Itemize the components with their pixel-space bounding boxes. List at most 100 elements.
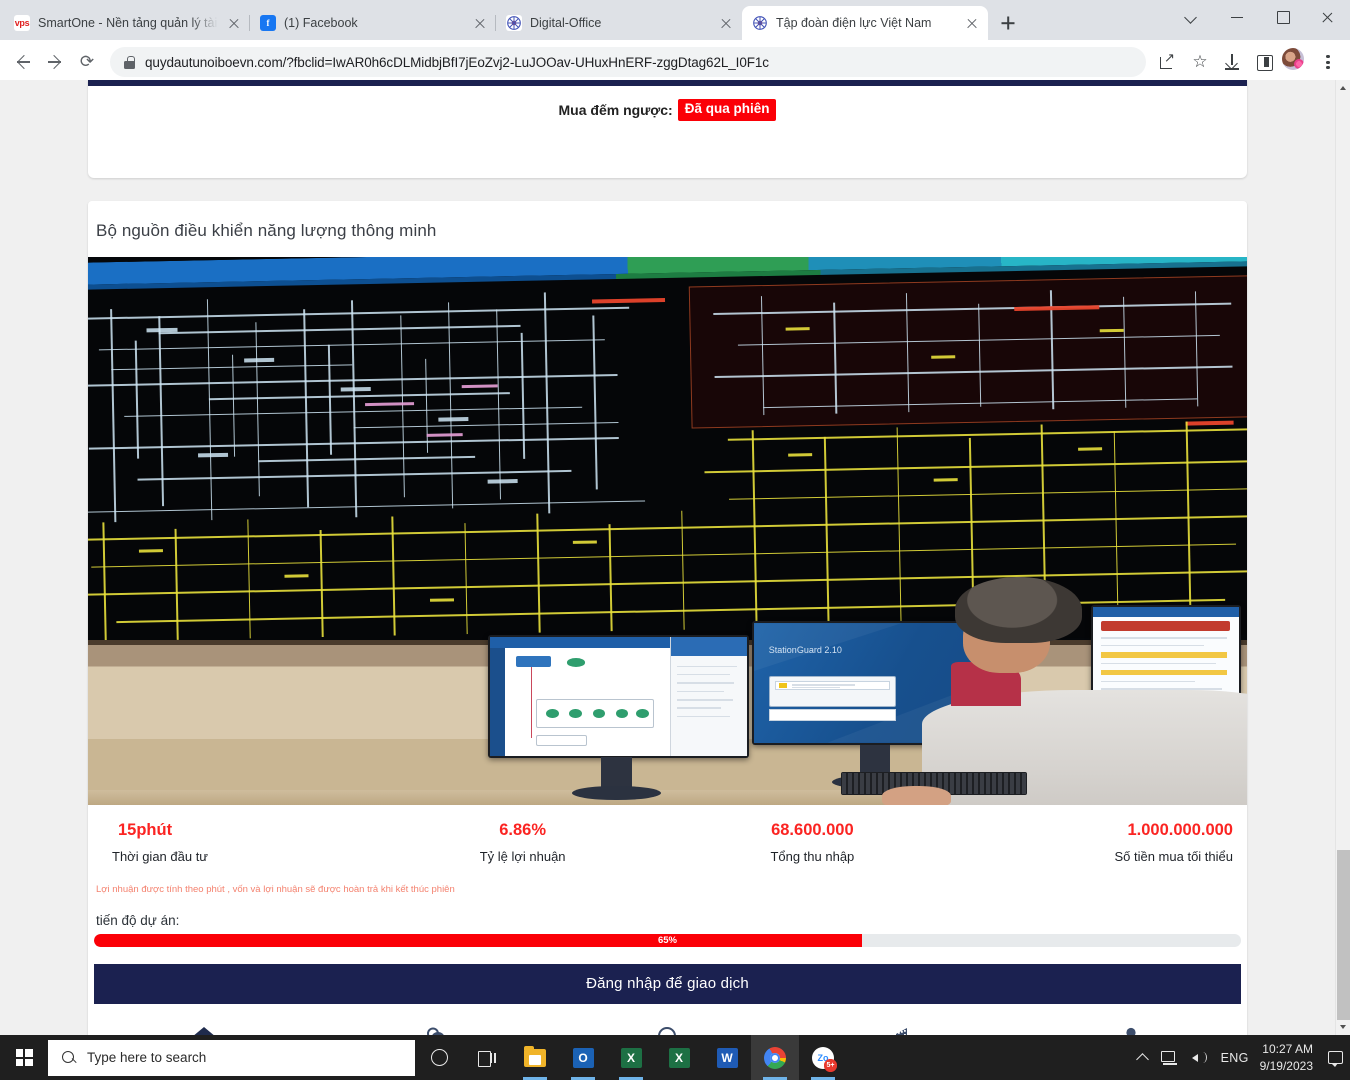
scroll-down-icon[interactable] (1336, 1019, 1350, 1035)
show-hidden-icons-chevron[interactable] (1131, 1035, 1154, 1080)
scrollbar-thumb[interactable] (1337, 850, 1350, 1020)
page-content: Mua đếm ngược: Đã qua phiên Bộ nguồn điề… (0, 80, 1335, 1035)
stat-label: Tổng thu nhập (770, 848, 855, 864)
browser-tab-facebook[interactable]: f (1) Facebook (249, 6, 496, 40)
toolbar-actions: ☆ (1154, 48, 1342, 76)
stat-label: Thời gian đầu tư (112, 848, 209, 864)
close-window-icon[interactable] (1305, 0, 1350, 34)
lock-icon (124, 55, 135, 69)
scroll-up-icon[interactable] (1336, 80, 1350, 96)
clock-date: 9/19/2023 (1259, 1058, 1313, 1073)
tab-search-icon[interactable] (1170, 0, 1215, 34)
tab-separator (495, 15, 496, 31)
close-icon[interactable] (472, 15, 488, 31)
progress-label: tiến độ dự án: (96, 912, 180, 928)
chrome-icon[interactable] (751, 1035, 799, 1080)
tab-title: (1) Facebook (284, 16, 358, 30)
back-icon[interactable] (8, 47, 38, 77)
page-title: Bộ nguồn điều khiển năng lượng thông min… (96, 220, 437, 240)
browser-toolbar: ⟳ quydautunoiboevn.com/?fbclid=IwAR0h6cD… (0, 40, 1350, 84)
stat-value: 6.86% (499, 820, 547, 839)
tab-strip: vps SmartOne - Nền tảng quản lý tài f (1… (0, 0, 1350, 40)
browser-tab-smartone[interactable]: vps SmartOne - Nền tảng quản lý tài (4, 6, 250, 40)
search-placeholder: Type here to search (87, 1050, 207, 1065)
volume-icon[interactable] (1184, 1035, 1214, 1080)
close-icon[interactable] (964, 15, 980, 31)
tab-title: Tập đoàn điện lực Việt Nam (776, 16, 932, 30)
vps-icon: vps (14, 15, 30, 31)
word-icon[interactable] (703, 1035, 751, 1080)
search-input[interactable]: Type here to search (48, 1039, 415, 1076)
zoom-badge: 5+ (824, 1058, 837, 1072)
nav-item-mine[interactable]: Của tôi (1015, 1023, 1247, 1035)
nav-item-categories[interactable]: $ Hạng mục (320, 1023, 552, 1035)
stationguard-label: StationGuard 2.10 (768, 644, 842, 655)
language-indicator[interactable]: ENG (1214, 1035, 1256, 1080)
tab-title: Digital-Office (530, 16, 602, 30)
profit-note: Lợi nhuận được tính theo phút , vốn và l… (96, 883, 455, 895)
coins-icon: $ (320, 1023, 552, 1035)
stat-label: Tỷ lệ lợi nhuận (479, 848, 566, 864)
facebook-icon: f (260, 15, 276, 31)
system-tray: ENG 10:27 AM 9/19/2023 (1131, 1035, 1350, 1080)
profile-avatar[interactable] (1282, 48, 1310, 76)
stat-profit-rate: 6.86% Tỷ lệ lợi nhuận (378, 821, 668, 864)
project-progress-bar: 65% (94, 933, 1241, 947)
tab-title: SmartOne - Nền tảng quản lý tài (38, 16, 218, 30)
file-explorer-icon[interactable] (511, 1035, 559, 1080)
nav-item-about[interactable]: Giới thiệu (783, 1023, 1015, 1035)
windows-taskbar: Type here to search Zo 5+ ENG 10:27 AM 9… (0, 1035, 1350, 1080)
reload-icon[interactable]: ⟳ (72, 47, 102, 77)
download-icon[interactable] (1218, 48, 1246, 76)
menu-kebab-icon[interactable] (1314, 48, 1342, 76)
start-button[interactable] (0, 1035, 48, 1080)
browser-window: vps SmartOne - Nền tảng quản lý tài f (1… (0, 0, 1350, 1035)
stat-label: Số tiền mua tối thiểu (1114, 848, 1233, 864)
cortana-icon[interactable] (415, 1035, 463, 1080)
url-text: quydautunoiboevn.com/?fbclid=IwAR0h6cDLM… (145, 54, 769, 70)
tab-separator (249, 15, 250, 31)
project-photo: StationGuard 2.10 (88, 256, 1247, 805)
new-tab-button[interactable] (994, 9, 1022, 37)
side-panel-icon[interactable] (1250, 48, 1278, 76)
stat-investment-time: 15phút Thời gian đầu tư (88, 821, 378, 864)
stats-row: 15phút Thời gian đầu tư 6.86% Tỷ lệ lợi … (88, 805, 1247, 870)
user-icon (1015, 1023, 1247, 1035)
login-to-trade-button[interactable]: Đăng nhập để giao dịch (94, 963, 1241, 1004)
window-controls (1170, 0, 1350, 34)
forward-icon[interactable] (40, 47, 70, 77)
clock-time: 10:27 AM (1262, 1042, 1313, 1057)
notification-icon[interactable] (1321, 1035, 1350, 1080)
browser-tab-evn-active[interactable]: Tập đoàn điện lực Việt Nam (742, 6, 988, 40)
evn-icon (506, 15, 522, 31)
search-icon (62, 1050, 76, 1065)
status-badge: Đã qua phiên (677, 99, 777, 121)
share-icon[interactable] (1154, 48, 1182, 76)
headset-icon (552, 1023, 784, 1035)
progress-percent: 65% (657, 934, 677, 946)
excel-icon[interactable] (607, 1035, 655, 1080)
page-viewport: Mua đếm ngược: Đã qua phiên Bộ nguồn điề… (0, 80, 1350, 1035)
stat-value: 68.600.000 (771, 820, 854, 839)
zoom-icon[interactable]: Zo 5+ (799, 1035, 847, 1080)
task-view-icon[interactable] (463, 1035, 511, 1080)
page-scrollbar[interactable] (1335, 80, 1350, 1035)
browser-tab-digital-office[interactable]: Digital-Office (495, 6, 742, 40)
nav-item-home[interactable]: Trang chủ (88, 1023, 320, 1035)
bottom-navigation: Trang chủ $ Hạng mục (88, 1015, 1247, 1035)
clock[interactable]: 10:27 AM 9/19/2023 (1256, 1041, 1321, 1073)
minimize-icon[interactable] (1215, 0, 1260, 34)
building-icon (783, 1023, 1015, 1035)
nav-item-support[interactable]: CSKH (552, 1023, 784, 1035)
outlook-icon[interactable] (559, 1035, 607, 1080)
network-icon[interactable] (1154, 1035, 1184, 1080)
windows-logo-icon (15, 1049, 33, 1066)
maximize-icon[interactable] (1260, 0, 1305, 34)
close-icon[interactable] (226, 15, 242, 31)
stat-total-income: 68.600.000 Tổng thu nhập (668, 821, 958, 864)
close-icon[interactable] (718, 15, 734, 31)
bookmark-star-icon[interactable]: ☆ (1186, 48, 1214, 76)
excel2-icon[interactable] (655, 1035, 703, 1080)
address-bar[interactable]: quydautunoiboevn.com/?fbclid=IwAR0h6cDLM… (110, 47, 1146, 77)
home-icon (88, 1023, 320, 1035)
